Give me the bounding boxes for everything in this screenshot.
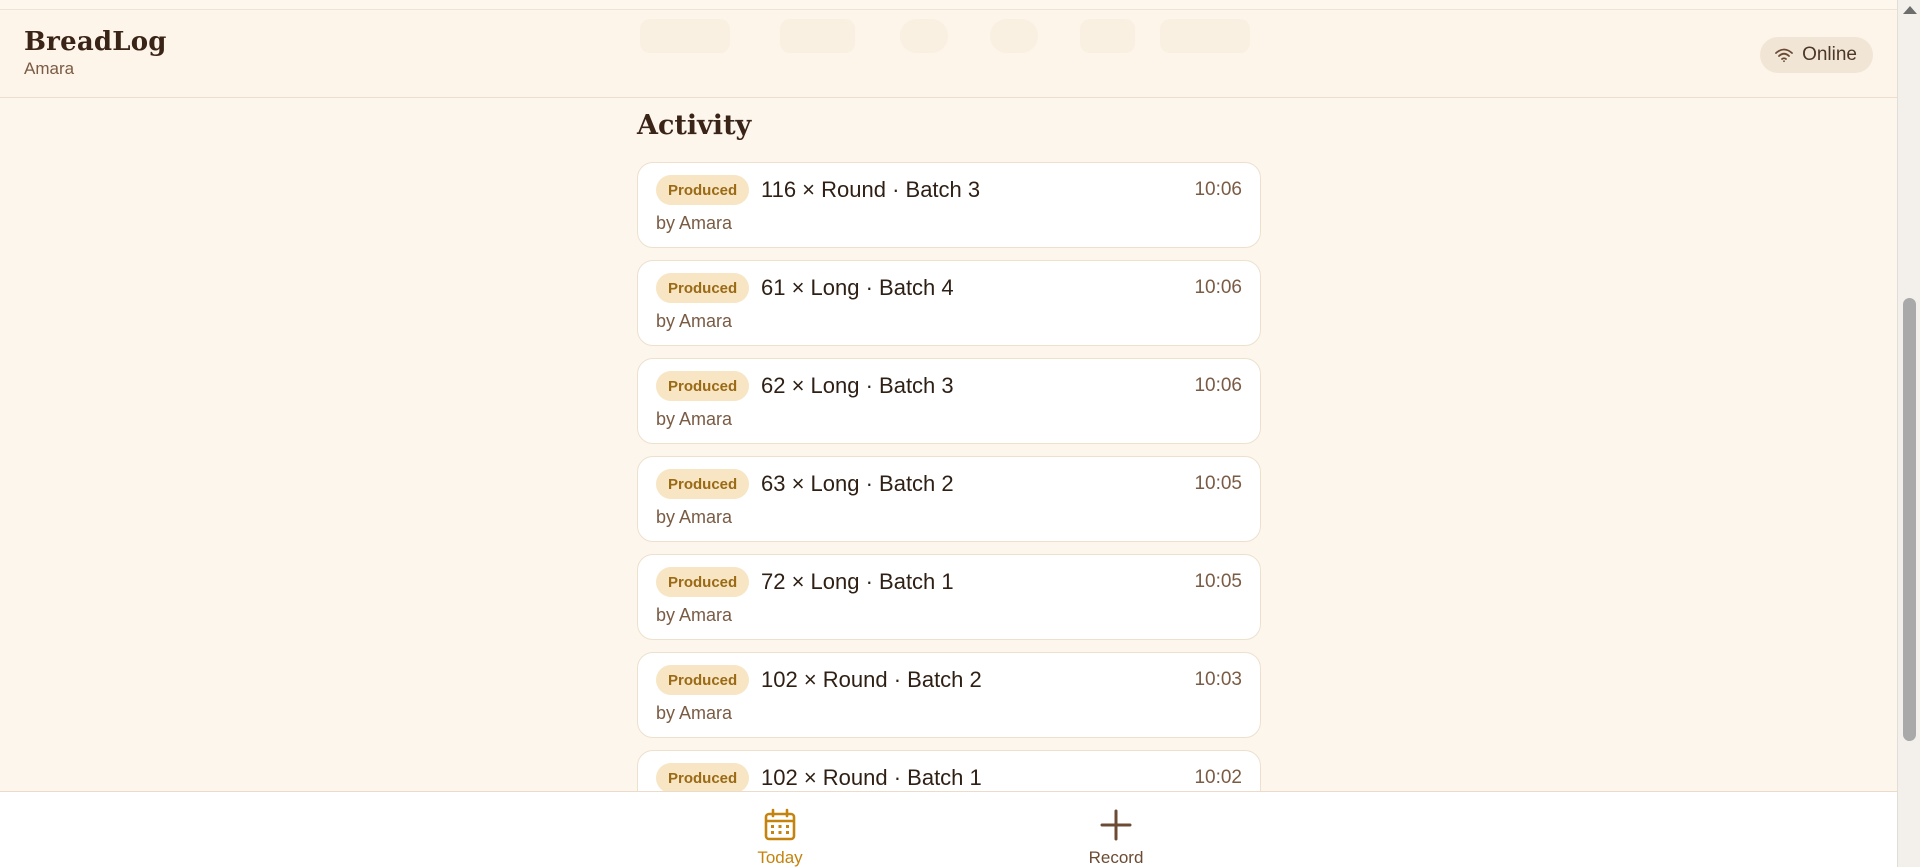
activity-time: 10:06 (1194, 375, 1242, 396)
faded-summary-chip (780, 19, 855, 53)
activity-title: 72 × Long · Batch 1 (761, 569, 954, 594)
section-title: Activity (637, 110, 752, 141)
activity-author: by Amara (656, 703, 733, 723)
activity-time: 10:06 (1194, 277, 1242, 298)
nav-today-label: Today (757, 848, 803, 867)
activity-card[interactable]: Produced 102 × Round · Batch 2 10:03 by … (637, 652, 1261, 738)
activity-time: 10:03 (1194, 669, 1242, 690)
bottom-navigation: Today Record (0, 791, 1897, 867)
produced-badge: Produced (656, 273, 750, 303)
status-label: Online (1802, 44, 1857, 65)
activity-title: 63 × Long · Batch 2 (761, 471, 954, 496)
scrollbar-thumb[interactable] (1903, 298, 1916, 741)
activity-time: 10:05 (1194, 473, 1242, 494)
produced-badge: Produced (656, 665, 750, 695)
faded-summary-chip (640, 19, 730, 53)
activity-title: 102 × Round · Batch 2 (761, 667, 982, 692)
activity-author: by Amara (656, 605, 733, 625)
scroll-up-arrow-icon[interactable] (1903, 6, 1917, 14)
activity-author: by Amara (656, 311, 733, 331)
plus-icon (1100, 809, 1132, 841)
produced-badge: Produced (656, 469, 750, 499)
faded-summary-chip (990, 19, 1038, 53)
activity-author: by Amara (656, 507, 733, 527)
activity-time: 10:05 (1194, 571, 1242, 592)
activity-title: 61 × Long · Batch 4 (761, 275, 954, 300)
app-viewport: BreadLog Amara Online Activity Produced … (0, 0, 1897, 867)
vertical-scrollbar[interactable] (1897, 0, 1920, 867)
nav-record-tab[interactable]: Record (1056, 792, 1176, 867)
activity-author: by Amara (656, 409, 733, 429)
scrolled-content-edge (0, 0, 1897, 10)
produced-badge: Produced (656, 175, 750, 205)
activity-card[interactable]: Produced 116 × Round · Batch 3 10:06 by … (637, 162, 1261, 248)
activity-card[interactable]: Produced 63 × Long · Batch 2 10:05 by Am… (637, 456, 1261, 542)
calendar-icon (764, 808, 796, 841)
activity-title: 116 × Round · Batch 3 (761, 177, 981, 202)
activity-author: by Amara (656, 213, 733, 233)
activity-title: 62 × Long · Batch 3 (761, 373, 954, 398)
faded-summary-chip (1080, 19, 1135, 53)
produced-badge: Produced (656, 763, 750, 793)
activity-card[interactable]: Produced 61 × Long · Batch 4 10:06 by Am… (637, 260, 1261, 346)
produced-badge: Produced (656, 567, 750, 597)
activity-list: Produced 116 × Round · Batch 3 10:06 by … (637, 162, 1261, 836)
activity-time: 10:06 (1194, 179, 1242, 200)
nav-record-label: Record (1088, 848, 1144, 867)
app-header: BreadLog Amara Online (0, 11, 1897, 98)
activity-title: 102 × Round · Batch 1 (761, 765, 982, 790)
activity-section: Activity Produced 116 × Round · Batch 3 … (637, 110, 1261, 848)
faded-summary-chip (900, 19, 948, 53)
faded-summary-chip (1160, 19, 1250, 53)
produced-badge: Produced (656, 371, 750, 401)
wifi-icon (1775, 48, 1793, 63)
connection-status-badge: Online (1760, 37, 1873, 73)
activity-time: 10:02 (1194, 767, 1242, 788)
activity-card[interactable]: Produced 72 × Long · Batch 1 10:05 by Am… (637, 554, 1261, 640)
brand: BreadLog Amara (24, 27, 167, 79)
nav-today-tab[interactable]: Today (720, 792, 840, 867)
current-user: Amara (24, 59, 75, 78)
app-title: BreadLog (24, 27, 167, 57)
activity-card[interactable]: Produced 62 × Long · Batch 3 10:06 by Am… (637, 358, 1261, 444)
